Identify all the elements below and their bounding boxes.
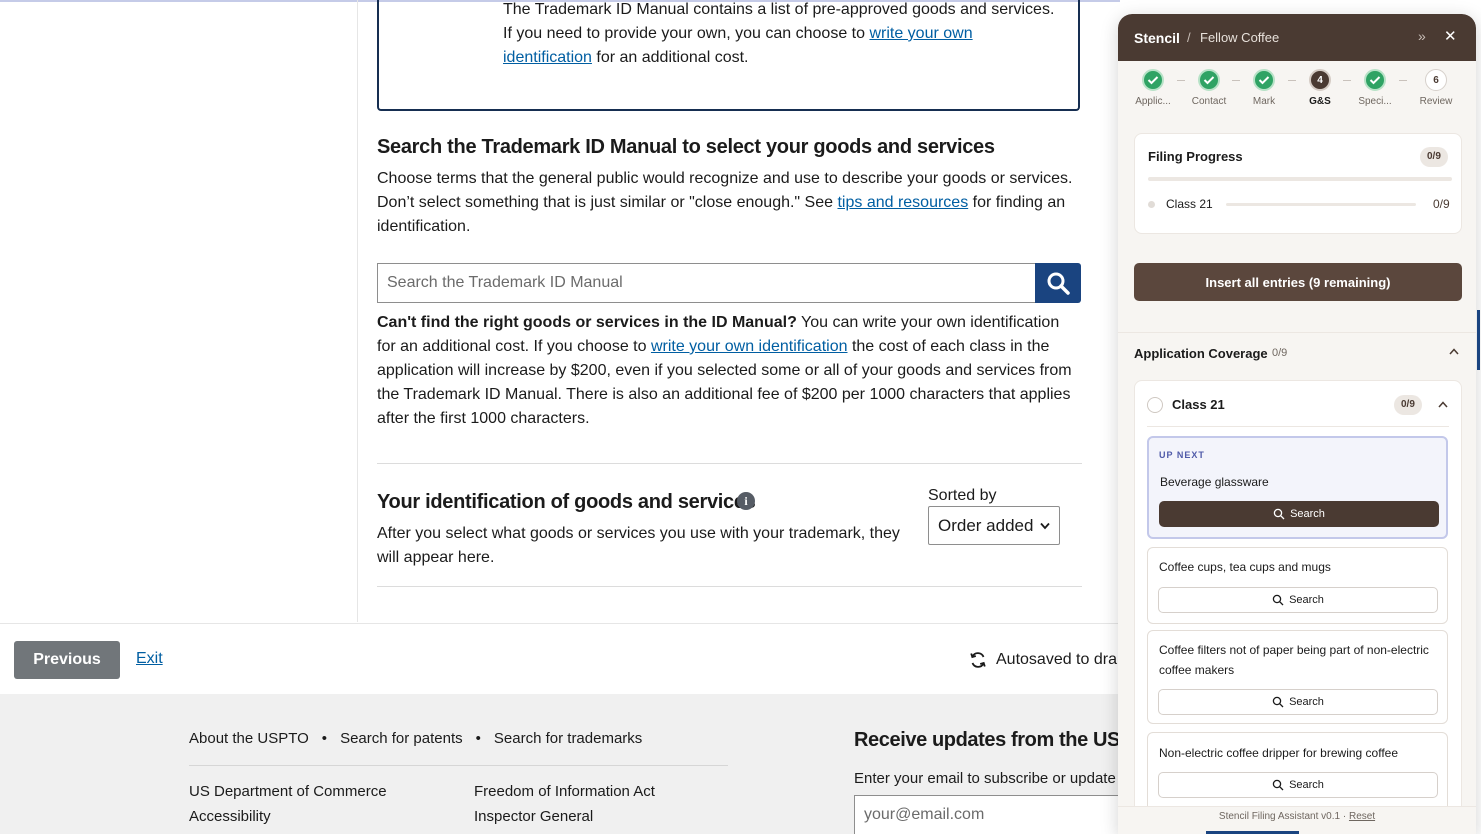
tips-and-resources-link[interactable]: tips and resources	[837, 194, 968, 211]
class-progress-bar	[1226, 203, 1416, 206]
section-divider-bottom	[377, 586, 1082, 587]
search-icon	[1047, 272, 1070, 295]
step-gs-current[interactable]: 4 G&S	[1295, 69, 1345, 107]
check-icon	[1364, 69, 1386, 91]
email-subscribe-input[interactable]	[854, 795, 1120, 834]
scrollbar-thumb[interactable]	[1477, 310, 1480, 370]
close-icon[interactable]: ✕	[1444, 27, 1457, 45]
filing-class-count: 0/9	[1433, 197, 1450, 211]
check-icon	[1198, 69, 1220, 91]
search-icon	[1273, 508, 1285, 520]
updates-heading: Receive updates from the USP	[854, 729, 1120, 751]
info-box-text: The Trademark ID Manual contains a list …	[503, 1, 1055, 66]
class-status-dot	[1148, 201, 1155, 208]
filing-progress-title: Filing Progress	[1148, 149, 1243, 164]
chevron-down-icon	[1040, 522, 1050, 529]
site-footer: About the USPTO • Search for patents • S…	[0, 694, 1120, 834]
your-identification-heading: Your identification of goods and service…	[377, 491, 756, 513]
left-column-divider	[357, 0, 358, 622]
collapse-panel-icon[interactable]: »	[1418, 28, 1426, 44]
step-specimen[interactable]: Speci...	[1350, 69, 1400, 107]
step-review[interactable]: 6 Review	[1411, 69, 1461, 107]
reset-link[interactable]: Reset	[1349, 811, 1375, 822]
footer-column-1: US Department of Commerce Accessibility	[189, 779, 387, 829]
item-title: Beverage glassware	[1160, 475, 1269, 489]
panel-header: Stencil / Fellow Coffee » ✕	[1118, 14, 1476, 61]
search-icon	[1272, 779, 1284, 791]
footer-link-trademarks[interactable]: Search for trademarks	[494, 730, 642, 747]
footer-link-inspector-general[interactable]: Inspector General	[474, 804, 655, 829]
search-icon	[1272, 696, 1284, 708]
footer-divider	[189, 765, 728, 766]
stencil-assistant-panel: Stencil / Fellow Coffee » ✕ Applic... Co…	[1118, 14, 1476, 834]
id-manual-search-bar	[377, 263, 1081, 303]
step-application[interactable]: Applic...	[1128, 69, 1178, 107]
previous-button[interactable]: Previous	[14, 641, 120, 679]
write-own-identification-link-2[interactable]: write your own identification	[651, 338, 848, 355]
autosave-status: Autosaved to dra	[968, 650, 1117, 670]
panel-company-name: Fellow Coffee	[1200, 30, 1280, 45]
filing-progress-bar	[1148, 177, 1452, 181]
coverage-class-badge: 0/9	[1394, 395, 1422, 415]
item-card: Non-electric coffee dripper for brewing …	[1147, 732, 1448, 812]
id-manual-search-button[interactable]	[1035, 263, 1081, 303]
breadcrumb-separator: /	[1187, 30, 1191, 45]
your-identification-description: After you select what goods or services …	[377, 525, 900, 566]
application-coverage-title: Application Coverage	[1134, 346, 1268, 361]
footer-link-commerce[interactable]: US Department of Commerce	[189, 779, 387, 804]
footer-link-about[interactable]: About the USPTO	[189, 730, 309, 747]
cant-find-paragraph: Can't find the right goods or services i…	[377, 314, 1072, 427]
item-title: Non-electric coffee dripper for brewing …	[1159, 746, 1399, 760]
footer-column-2: Freedom of Information Act Inspector Gen…	[474, 779, 655, 829]
id-manual-info-box: The Trademark ID Manual contains a list …	[377, 0, 1080, 111]
item-search-button[interactable]: Search	[1158, 772, 1438, 798]
item-search-button[interactable]: Search	[1158, 689, 1438, 715]
step-progress: Applic... Contact Mark 4 G&S Speci... 6 …	[1118, 69, 1476, 119]
info-icon[interactable]: i	[737, 492, 755, 510]
bottom-navigation-bar: Previous Exit Autosaved to dra	[0, 623, 1120, 694]
footer-link-accessibility[interactable]: Accessibility	[189, 804, 387, 829]
check-icon	[1142, 69, 1164, 91]
panel-footer: Stencil Filing Assistant v0.1 · Reset	[1118, 806, 1476, 834]
search-section-heading: Search the Trademark ID Manual to select…	[377, 136, 995, 158]
item-title: Coffee cups, tea cups and mugs	[1159, 560, 1331, 574]
coverage-class-label: Class 21	[1172, 397, 1225, 412]
filing-progress-card: Filing Progress 0/9 Class 21 0/9	[1134, 133, 1462, 234]
chevron-up-icon[interactable]	[1449, 348, 1459, 355]
footer-primary-links: About the USPTO • Search for patents • S…	[189, 730, 643, 747]
step-mark[interactable]: Mark	[1239, 69, 1289, 107]
filing-class-label: Class 21	[1166, 197, 1213, 211]
check-icon	[1253, 69, 1275, 91]
item-title: Coffee filters not of paper being part o…	[1159, 643, 1429, 677]
up-next-label: UP NEXT	[1159, 450, 1205, 460]
class-checkbox[interactable]	[1147, 397, 1163, 413]
item-card: Coffee cups, tea cups and mugs Search	[1147, 547, 1448, 624]
item-search-button[interactable]: Search	[1158, 587, 1438, 613]
chevron-up-icon[interactable]	[1438, 401, 1448, 408]
footer-link-patents[interactable]: Search for patents	[340, 730, 463, 747]
sort-order-select[interactable]: Order added	[928, 506, 1060, 545]
footer-link-foia[interactable]: Freedom of Information Act	[474, 779, 655, 804]
id-manual-search-input[interactable]	[377, 263, 1035, 303]
item-search-button[interactable]: Search	[1159, 501, 1439, 527]
item-card: Coffee filters not of paper being part o…	[1147, 630, 1448, 724]
application-coverage-count: 0/9	[1272, 347, 1288, 359]
sorted-by-label: Sorted by	[928, 487, 997, 504]
panel-brand: Stencil	[1134, 30, 1180, 46]
insert-all-entries-button[interactable]: Insert all entries (9 remaining)	[1134, 263, 1462, 301]
refresh-icon	[970, 652, 986, 668]
filing-progress-badge: 0/9	[1420, 147, 1448, 167]
step-contact[interactable]: Contact	[1184, 69, 1234, 107]
section-divider	[377, 463, 1082, 464]
search-icon	[1272, 594, 1284, 606]
exit-link[interactable]: Exit	[136, 650, 163, 668]
updates-subtext: Enter your email to subscribe or update …	[854, 770, 1120, 787]
up-next-item-card: UP NEXT Beverage glassware Search	[1147, 436, 1448, 539]
search-section-description: Choose terms that the general public wou…	[377, 170, 1073, 235]
